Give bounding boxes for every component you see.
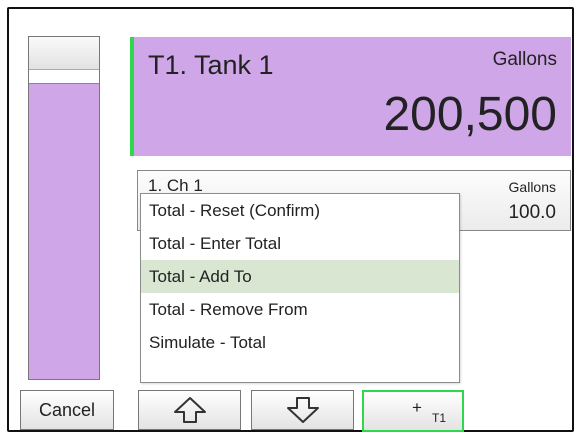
menu-item-reset-total[interactable]: Total - Reset (Confirm) [141, 194, 459, 227]
tank-panel[interactable]: T1. Tank 1 Gallons 200,500 [130, 37, 571, 156]
menu-item-remove-from-total[interactable]: Total - Remove From [141, 293, 459, 326]
up-button[interactable] [138, 390, 241, 430]
tank-value: 200,500 [383, 88, 557, 141]
add-to-tank-button[interactable]: + T1 [362, 390, 464, 432]
arrow-up-icon [173, 397, 206, 423]
tank-title: T1. Tank 1 [148, 50, 274, 80]
plus-target-label: T1 [432, 411, 447, 425]
down-button[interactable] [251, 390, 354, 430]
arrow-down-icon [286, 397, 319, 423]
tank-level-bar [28, 36, 100, 380]
channel-value: 100.0 [508, 202, 556, 223]
context-menu: Total - Reset (Confirm) Total - Enter To… [140, 193, 460, 383]
menu-item-enter-total[interactable]: Total - Enter Total [141, 227, 459, 260]
menu-item-add-to-total[interactable]: Total - Add To [141, 260, 459, 293]
cancel-button[interactable]: Cancel [20, 390, 114, 430]
plus-label: + [412, 398, 422, 417]
channel-unit: Gallons [508, 179, 556, 195]
menu-item-simulate-total[interactable]: Simulate - Total [141, 326, 459, 359]
tank-level-cap [29, 37, 99, 70]
tank-unit: Gallons [492, 49, 557, 70]
